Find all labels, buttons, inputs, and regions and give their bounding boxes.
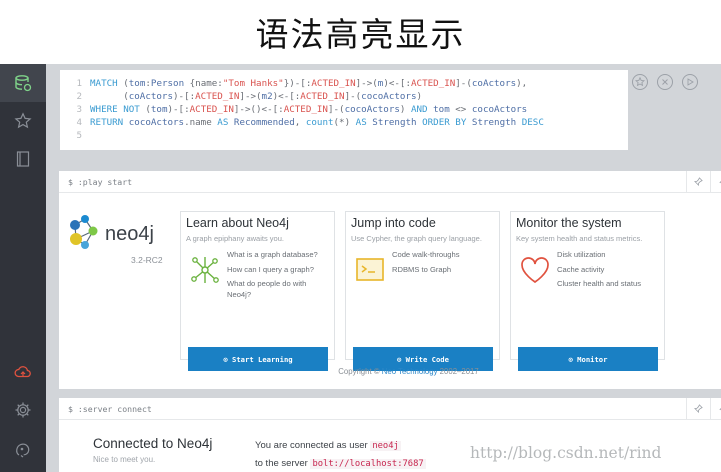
star-icon bbox=[14, 112, 32, 129]
card-link[interactable]: What is a graph database? bbox=[227, 250, 331, 261]
graph-network-icon bbox=[191, 257, 219, 283]
card-code: Jump into code Use Cypher, the graph que… bbox=[345, 211, 500, 371]
collapse-button[interactable] bbox=[710, 397, 721, 420]
copyright-prefix: Copyright © bbox=[338, 367, 382, 376]
code-terminal-icon bbox=[356, 258, 384, 281]
copyright: Copyright © Neo Technology 2002–2017 bbox=[59, 367, 721, 376]
version-label: 3.2-RC2 bbox=[131, 255, 163, 265]
frame-command[interactable]: $ :play start bbox=[59, 177, 686, 187]
copyright-suffix: 2002–2017 bbox=[437, 367, 479, 376]
pin-button[interactable] bbox=[686, 397, 710, 420]
card-link[interactable]: Cluster health and status bbox=[557, 279, 661, 290]
star-icon bbox=[635, 77, 645, 87]
cloud-sync-icon bbox=[14, 366, 31, 378]
code-line: 2 (coActors)-[:ACTED_IN]->(m2)<-[:ACTED_… bbox=[60, 90, 628, 103]
play-icon bbox=[687, 78, 694, 86]
editor-bar: 1 MATCH (tom:Person {name:"Tom Hanks"})-[… bbox=[46, 64, 721, 158]
main-stage: 1 MATCH (tom:Person {name:"Tom Hanks"})-[… bbox=[46, 64, 721, 472]
code-line: 4 RETURN cocoActors.name AS Recommended, … bbox=[60, 116, 628, 129]
server-url: bolt://localhost:7687 bbox=[310, 459, 426, 469]
card-link-list: Disk utilization Cache activity Cluster … bbox=[557, 250, 661, 294]
close-icon bbox=[662, 79, 668, 85]
card-link-list: Code walk-throughs RDBMS to Graph bbox=[392, 250, 496, 279]
frame-header: $ :server connect bbox=[59, 397, 721, 420]
logo-text: neo4j bbox=[105, 223, 154, 245]
database-icon bbox=[15, 75, 32, 92]
neo4j-logo-icon bbox=[70, 215, 98, 249]
gear-icon bbox=[15, 402, 31, 418]
neo4j-logo: neo4j 3.2-RC2 bbox=[67, 209, 177, 269]
card-link[interactable]: What do people do with Neo4j? bbox=[227, 279, 331, 300]
favorite-button[interactable] bbox=[632, 74, 648, 90]
server-prefix: to the server bbox=[255, 458, 311, 469]
user-name: neo4j bbox=[370, 441, 401, 451]
book-icon bbox=[16, 151, 30, 167]
card-subtitle: Key system health and status metrics. bbox=[516, 234, 643, 243]
connected-title: Connected to Neo4j bbox=[93, 436, 213, 451]
card-title: Jump into code bbox=[351, 216, 436, 230]
about-icon bbox=[16, 443, 30, 458]
editor-actions bbox=[632, 74, 698, 90]
watermark: http://blog.csdn.net/rind bbox=[470, 444, 662, 462]
card-title: Learn about Neo4j bbox=[186, 216, 289, 230]
cypher-editor[interactable]: 1 MATCH (tom:Person {name:"Tom Hanks"})-[… bbox=[60, 70, 628, 150]
play-start-frame: $ :play start neo4j 3.2-RC2 Learn about bbox=[59, 170, 721, 389]
caption-title: 语法高亮显示 bbox=[255, 15, 466, 54]
sidebar-item-sync[interactable] bbox=[0, 353, 46, 391]
user-prefix: You are connected as user bbox=[255, 440, 371, 451]
line-number: 1 bbox=[76, 78, 82, 89]
code-line: 5 bbox=[60, 129, 628, 142]
play-start-body: neo4j 3.2-RC2 Learn about Neo4j A graph … bbox=[59, 193, 721, 389]
collapse-button[interactable] bbox=[710, 170, 721, 193]
card-link[interactable]: Disk utilization bbox=[557, 250, 661, 261]
pin-icon bbox=[694, 177, 703, 186]
line-number: 2 bbox=[76, 91, 82, 102]
card-link[interactable]: How can I query a graph? bbox=[227, 265, 331, 276]
line-number: 5 bbox=[76, 130, 82, 141]
line-number: 4 bbox=[76, 117, 82, 128]
card-learn: Learn about Neo4j A graph epiphany await… bbox=[180, 211, 335, 371]
card-title: Monitor the system bbox=[516, 216, 622, 230]
pin-button[interactable] bbox=[686, 170, 710, 193]
code-line: 1 MATCH (tom:Person {name:"Tom Hanks"})-[… bbox=[60, 77, 628, 90]
line-number: 3 bbox=[76, 104, 82, 115]
connected-user-line: You are connected as user neo4j bbox=[255, 440, 401, 451]
card-subtitle: Use Cypher, the graph query language. bbox=[351, 234, 482, 243]
sidebar-item-favorites[interactable] bbox=[0, 102, 46, 140]
sidebar-item-about[interactable] bbox=[0, 431, 46, 469]
sidebar-item-settings[interactable] bbox=[0, 391, 46, 429]
frame-command[interactable]: $ :server connect bbox=[59, 404, 686, 414]
card-link[interactable]: Cache activity bbox=[557, 265, 661, 276]
clear-button[interactable] bbox=[657, 74, 673, 90]
card-subtitle: A graph epiphany awaits you. bbox=[186, 234, 284, 243]
frame-header: $ :play start bbox=[59, 170, 721, 193]
sidebar bbox=[0, 64, 46, 472]
sidebar-item-documents[interactable] bbox=[0, 140, 46, 178]
pin-icon bbox=[694, 404, 703, 413]
code-line: 3 WHERE NOT (tom)-[:ACTED_IN]->()<-[:ACTE… bbox=[60, 103, 628, 116]
heart-icon bbox=[521, 257, 549, 284]
sidebar-item-database[interactable] bbox=[0, 64, 46, 102]
card-link[interactable]: Code walk-throughs bbox=[392, 250, 496, 261]
connected-subtitle: Nice to meet you. bbox=[93, 455, 156, 464]
card-monitor: Monitor the system Key system health and… bbox=[510, 211, 665, 371]
neo-technology-link[interactable]: Neo Technology bbox=[382, 367, 438, 376]
card-link-list: What is a graph database? How can I quer… bbox=[227, 250, 331, 304]
run-button[interactable] bbox=[682, 74, 698, 90]
card-link[interactable]: RDBMS to Graph bbox=[392, 265, 496, 276]
connected-server-line: to the server bolt://localhost:7687 bbox=[255, 458, 426, 469]
page-caption: 语法高亮显示 bbox=[0, 0, 721, 64]
